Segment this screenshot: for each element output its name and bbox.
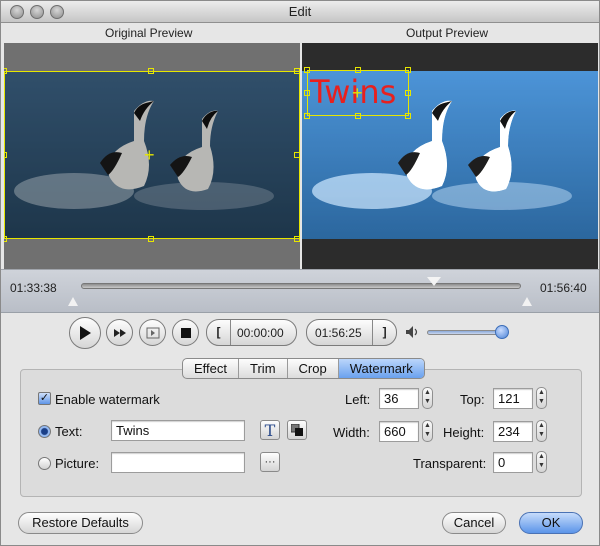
resize-handle[interactable]: [4, 236, 7, 242]
original-preview[interactable]: +: [4, 43, 300, 269]
resize-handle[interactable]: [304, 90, 310, 96]
play-icon: [80, 326, 91, 340]
playhead-marker-icon[interactable]: [427, 277, 441, 286]
center-crosshair-icon: +: [352, 83, 363, 103]
duration-time: 01:56:25: [315, 325, 362, 340]
transparent-label: Transparent:: [413, 456, 487, 471]
start-time: 01:33:38: [10, 281, 57, 295]
tab-crop[interactable]: Crop: [288, 359, 339, 378]
color-swatch-icon: [291, 424, 303, 436]
resize-handle[interactable]: [294, 152, 300, 158]
height-input[interactable]: 234: [493, 421, 533, 442]
enable-watermark-checkbox[interactable]: ✓: [38, 392, 51, 405]
resize-handle[interactable]: [405, 113, 411, 119]
resize-handle[interactable]: [148, 236, 154, 242]
speaker-icon: [406, 326, 418, 338]
mark-out-control[interactable]: 01:56:25 ]: [306, 319, 397, 346]
resize-handle[interactable]: [4, 68, 7, 74]
timeline-track[interactable]: [81, 283, 521, 289]
resize-handle[interactable]: [355, 67, 361, 73]
restore-defaults-button[interactable]: Restore Defaults: [18, 512, 143, 534]
font-button[interactable]: T: [260, 420, 280, 440]
resize-handle[interactable]: [294, 236, 300, 242]
volume-slider[interactable]: [427, 330, 503, 335]
resize-handle[interactable]: [304, 113, 310, 119]
tab-effect[interactable]: Effect: [183, 359, 240, 378]
top-label: Top:: [460, 392, 485, 407]
width-label: Width:: [333, 425, 370, 440]
resize-handle[interactable]: [4, 152, 7, 158]
enable-watermark-label: Enable watermark: [55, 392, 160, 407]
top-input[interactable]: 121: [493, 388, 533, 409]
ok-button[interactable]: OK: [519, 512, 583, 534]
picture-label: Picture:: [55, 456, 100, 471]
ellipsis-icon: ···: [264, 456, 276, 468]
end-time: 01:56:40: [540, 281, 587, 295]
next-frame-button[interactable]: [106, 319, 133, 346]
transparent-stepper[interactable]: ▲ ▼: [536, 451, 547, 473]
output-preview[interactable]: Twins +: [302, 43, 598, 269]
trim-start-marker-icon[interactable]: [68, 297, 78, 306]
mark-in-button[interactable]: [: [207, 320, 231, 345]
height-stepper[interactable]: ▲ ▼: [536, 420, 547, 442]
transparent-input[interactable]: 0: [493, 452, 533, 473]
text-label: Text:: [55, 424, 83, 439]
height-label: Height:: [443, 425, 485, 440]
volume-slider-knob[interactable]: [495, 325, 509, 339]
stop-icon: [180, 327, 191, 338]
fast-forward-icon: [113, 328, 126, 337]
current-time: 00:00:00: [237, 325, 284, 340]
resize-handle[interactable]: [405, 90, 411, 96]
edit-tabs: Effect Trim Crop Watermark: [182, 358, 425, 379]
resize-handle[interactable]: [355, 113, 361, 119]
left-stepper[interactable]: ▲ ▼: [422, 387, 433, 409]
resize-handle[interactable]: [405, 67, 411, 73]
close-window-icon[interactable]: [10, 5, 24, 19]
window-title: Edit: [288, 4, 312, 19]
edit-window: Edit Original Preview Output Preview + T…: [0, 0, 600, 546]
left-input[interactable]: 36: [379, 388, 419, 409]
tab-trim[interactable]: Trim: [239, 359, 288, 378]
browse-picture-button[interactable]: ···: [260, 452, 280, 472]
mark-out-button[interactable]: ]: [372, 320, 396, 345]
picture-path-input[interactable]: [111, 452, 245, 473]
zoom-window-icon[interactable]: [50, 5, 64, 19]
width-input[interactable]: 660: [379, 421, 419, 442]
minimize-window-icon[interactable]: [30, 5, 44, 19]
output-preview-label: Output Preview: [406, 26, 489, 40]
resize-handle[interactable]: [148, 68, 154, 74]
timeline-bar: 01:33:38 01:56:40: [1, 269, 599, 313]
mark-in-control[interactable]: [ 00:00:00: [206, 319, 297, 346]
play-button[interactable]: [69, 317, 101, 349]
resize-handle[interactable]: [294, 68, 300, 74]
text-radio[interactable]: [38, 425, 51, 438]
cancel-button[interactable]: Cancel: [442, 512, 506, 534]
original-preview-label: Original Preview: [105, 26, 193, 40]
step-frame-button[interactable]: [139, 319, 166, 346]
watermark-text-input[interactable]: Twins: [111, 420, 245, 441]
tab-watermark[interactable]: Watermark: [338, 359, 424, 378]
left-label: Left:: [345, 392, 371, 407]
width-stepper[interactable]: ▲ ▼: [422, 420, 433, 442]
top-stepper[interactable]: ▲ ▼: [536, 387, 547, 409]
resize-handle[interactable]: [304, 67, 310, 73]
text-font-icon: T: [264, 420, 276, 440]
title-bar: Edit: [1, 1, 599, 23]
stop-button[interactable]: [172, 319, 199, 346]
step-frame-icon: [146, 327, 159, 338]
picture-radio[interactable]: [38, 457, 51, 470]
color-button[interactable]: [287, 420, 307, 440]
center-crosshair-icon: +: [144, 145, 155, 165]
trim-end-marker-icon[interactable]: [522, 297, 532, 306]
